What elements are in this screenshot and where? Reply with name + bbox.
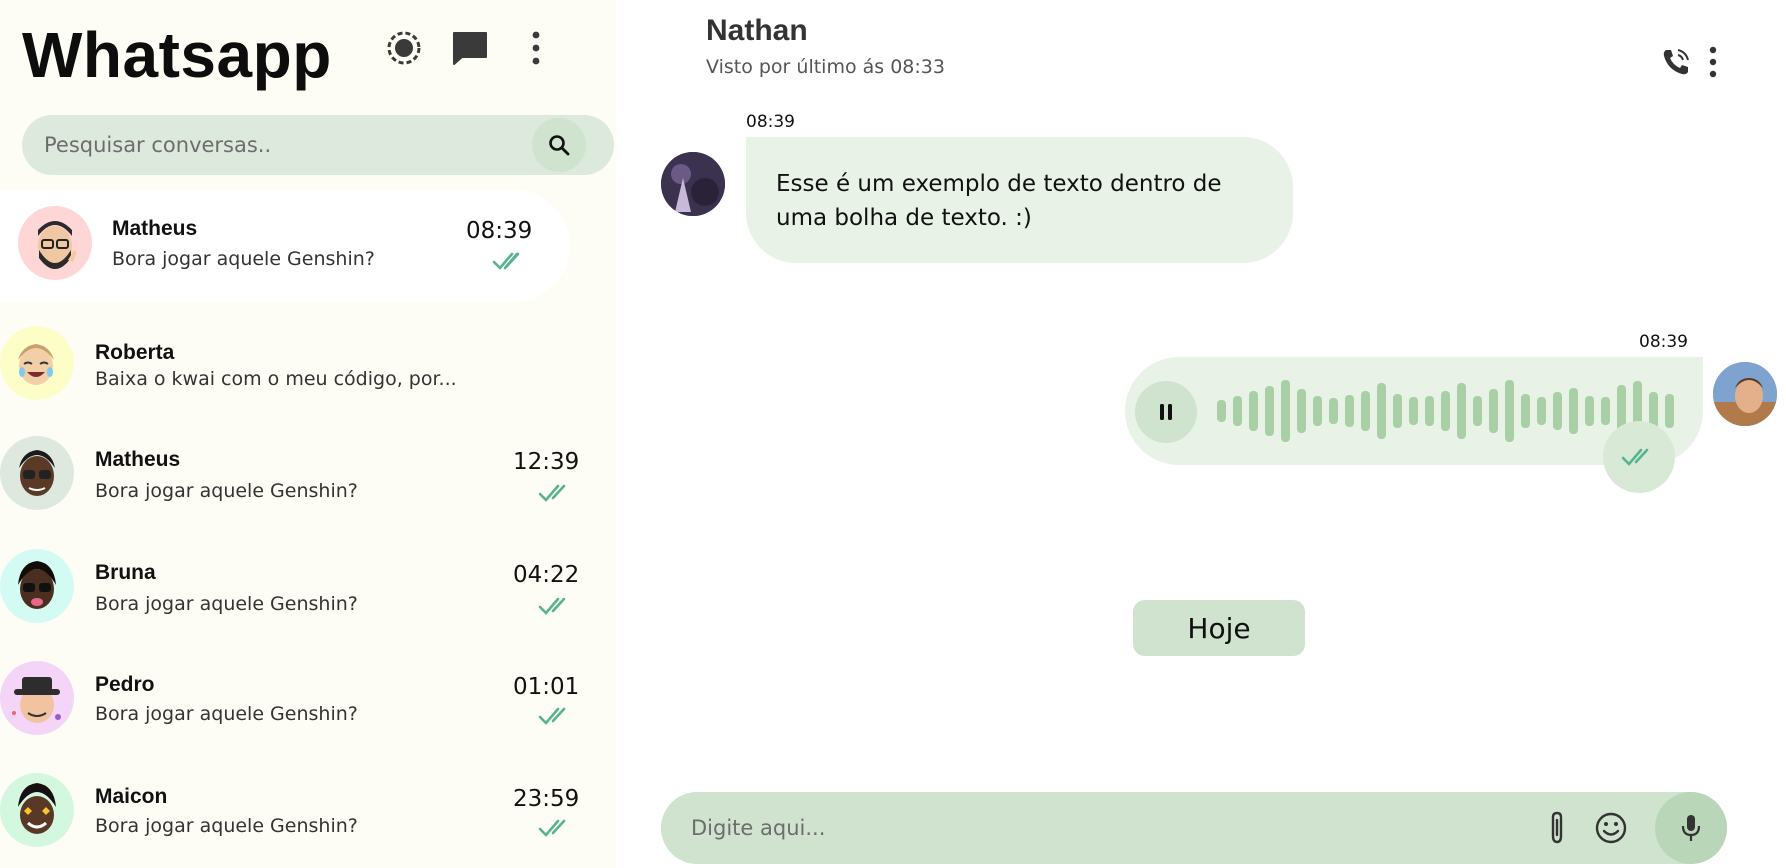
avatar: [0, 773, 74, 847]
chat-item-bruna[interactable]: Bruna Bora jogar aquele Genshin? 04:22: [0, 527, 580, 637]
contact-avatar: [661, 152, 725, 216]
search-icon: [549, 135, 570, 156]
chat-sidebar: Whatsapp Pesquisar conversas.. Matheus B…: [0, 0, 616, 868]
search-button[interactable]: [532, 118, 586, 172]
day-divider: Hoje: [1133, 600, 1305, 656]
read-check-icon: [538, 484, 566, 502]
incoming-text-bubble: Esse é um exemplo de texto dentro de uma…: [746, 137, 1293, 263]
waveform-bar: [1377, 383, 1386, 439]
search-input[interactable]: [44, 115, 544, 175]
read-check-icon: [538, 707, 566, 725]
chat-time: 01:01: [513, 674, 580, 700]
pause-button[interactable]: [1135, 381, 1197, 443]
read-check-icon: [538, 819, 566, 837]
emoji-icon[interactable]: [1591, 808, 1631, 848]
chat-time: 04:22: [513, 562, 580, 588]
avatar: [0, 436, 74, 510]
chat-name: Matheus: [95, 448, 181, 471]
chat-name: Roberta: [95, 341, 175, 364]
waveform-bar: [1297, 389, 1306, 433]
user-avatar: [1713, 362, 1777, 426]
message-text: Esse é um exemplo de texto dentro de uma…: [776, 171, 1222, 231]
waveform-bar: [1489, 389, 1498, 433]
phone-call-icon[interactable]: [1656, 42, 1696, 82]
pause-icon: [1160, 404, 1172, 420]
chat-preview: Bora jogar aquele Genshin?: [95, 480, 358, 502]
contact-name[interactable]: Nathan: [706, 14, 808, 48]
search-bar: [22, 115, 614, 175]
waveform-bar: [1441, 391, 1450, 431]
chat-preview: Bora jogar aquele Genshin?: [95, 593, 358, 615]
chat-time: 08:39: [466, 218, 533, 244]
waveform-bar: [1409, 397, 1418, 425]
waveform-bar: [1553, 392, 1562, 430]
day-divider-label: Hoje: [1187, 611, 1251, 645]
chat-preview: Bora jogar aquele Genshin?: [95, 815, 358, 837]
read-check-icon: [1621, 448, 1649, 466]
chat-item-matheus[interactable]: Matheus Bora jogar aquele Genshin? 12:39: [0, 414, 580, 524]
read-check-icon: [538, 597, 566, 615]
more-vert-icon[interactable]: [1693, 42, 1733, 82]
message-composer: [661, 792, 1727, 864]
chat-preview: Bora jogar aquele Genshin?: [112, 248, 375, 270]
avatar: [0, 326, 74, 400]
waveform-bar: [1249, 391, 1258, 431]
chat-preview: Baixa o kwai com o meu código, por...: [95, 368, 457, 390]
waveform-bar: [1233, 396, 1242, 426]
chat-item-maicon[interactable]: Maicon Bora jogar aquele Genshin? 23:59: [0, 751, 580, 861]
status-icon[interactable]: [382, 26, 426, 70]
chat-panel: Nathan Visto por último ás 08:33 08:39 E…: [616, 0, 1786, 868]
read-check-icon: [492, 252, 520, 270]
chat-name: Pedro: [95, 673, 155, 696]
message-time: 08:39: [1639, 332, 1688, 352]
chat-time: 12:39: [513, 449, 580, 475]
avatar: [0, 549, 74, 623]
chat-name: Maicon: [95, 785, 168, 808]
avatar: [0, 661, 74, 735]
message-time: 08:39: [746, 112, 795, 132]
new-chat-icon[interactable]: [448, 26, 492, 70]
attach-icon[interactable]: [1537, 808, 1577, 848]
waveform-bar: [1265, 386, 1274, 436]
chat-item-pedro[interactable]: Pedro Bora jogar aquele Genshin? 01:01: [0, 639, 580, 749]
waveform-bar: [1665, 394, 1674, 428]
chat-name: Matheus: [112, 217, 198, 240]
waveform-bar: [1313, 396, 1322, 426]
record-audio-button[interactable]: [1655, 792, 1727, 864]
avatar: [18, 206, 92, 280]
chat-preview: Bora jogar aquele Genshin?: [95, 703, 358, 725]
mic-icon: [1681, 815, 1701, 841]
chat-name: Bruna: [95, 561, 156, 584]
message-input[interactable]: [691, 792, 1511, 864]
waveform-bar: [1537, 397, 1546, 425]
waveform-bar: [1569, 388, 1578, 434]
app-title: Whatsapp: [22, 19, 332, 91]
chat-item-matheus-active[interactable]: Matheus Bora jogar aquele Genshin? 08:39: [0, 190, 570, 302]
waveform-bar: [1585, 396, 1594, 426]
waveform-bar: [1505, 380, 1514, 442]
chat-item-roberta[interactable]: Roberta Baixa o kwai com o meu código, p…: [0, 310, 580, 420]
waveform-bar: [1457, 383, 1466, 439]
read-check-badge: [1603, 421, 1675, 493]
waveform-bar: [1217, 400, 1226, 422]
waveform-bar: [1393, 394, 1402, 428]
waveform-bar: [1425, 396, 1434, 426]
chat-time: 23:59: [513, 786, 580, 812]
more-vert-icon[interactable]: [514, 26, 558, 70]
waveform-bar: [1601, 397, 1610, 425]
waveform-bar: [1361, 391, 1370, 431]
waveform-bar: [1473, 396, 1482, 426]
outgoing-audio-bubble: [1125, 357, 1703, 493]
waveform-bar: [1329, 398, 1338, 424]
waveform-bar: [1521, 394, 1530, 428]
last-seen-status: Visto por último ás 08:33: [706, 56, 945, 78]
waveform-bar: [1281, 380, 1290, 442]
waveform-bar: [1345, 395, 1354, 427]
